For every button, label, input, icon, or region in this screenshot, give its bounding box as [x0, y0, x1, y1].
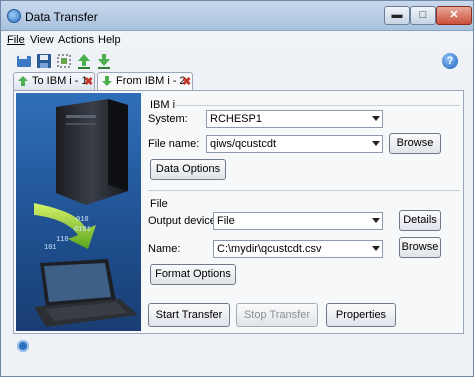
- upload-icon[interactable]: [75, 52, 93, 70]
- gear-icon[interactable]: [17, 340, 29, 352]
- chevron-down-icon: [372, 141, 380, 146]
- tab-close-icon[interactable]: ✖: [84, 74, 93, 90]
- tab-close-icon[interactable]: ✖: [182, 74, 191, 90]
- output-device-combo[interactable]: File: [213, 212, 383, 230]
- start-transfer-button[interactable]: Start Transfer: [148, 303, 230, 327]
- transfer-illustration: 010 0101 110 101: [16, 93, 141, 331]
- system-value: RCHESP1: [210, 113, 262, 125]
- chevron-down-icon: [372, 218, 380, 223]
- binary-text: 101: [44, 244, 57, 252]
- select-icon[interactable]: [55, 52, 73, 70]
- download-icon[interactable]: [95, 52, 113, 70]
- details-button[interactable]: Details: [399, 210, 441, 231]
- file-name-combo[interactable]: qiws/qcustcdt: [206, 135, 383, 153]
- ibm-i-browse-button[interactable]: Browse: [389, 133, 441, 154]
- help-icon[interactable]: ?: [442, 53, 458, 69]
- tab-to-ibm-i-1[interactable]: To IBM i - 1 ✖: [13, 72, 95, 90]
- output-device-value: File: [217, 215, 235, 227]
- output-device-label: Output device:: [148, 215, 219, 227]
- menu-view[interactable]: View: [30, 34, 54, 46]
- app-icon: [7, 9, 21, 23]
- menu-help[interactable]: Help: [98, 34, 121, 46]
- data-options-button[interactable]: Data Options: [150, 159, 226, 180]
- menu-actions[interactable]: Actions: [58, 34, 94, 46]
- name-label: Name:: [148, 243, 181, 255]
- name-value: C:\mydir\qcustcdt.csv: [217, 243, 322, 255]
- file-name-label: File name:: [148, 138, 200, 150]
- binary-text: 110: [56, 236, 69, 244]
- close-button[interactable]: ✕: [436, 6, 472, 25]
- status-bar: [1, 334, 473, 356]
- chevron-down-icon: [372, 246, 380, 251]
- download-icon: [102, 76, 112, 86]
- binary-text: 0101: [74, 226, 91, 234]
- name-combo[interactable]: C:\mydir\qcustcdt.csv: [213, 240, 383, 258]
- maximize-button[interactable]: □: [410, 6, 436, 25]
- file-group-label: File: [150, 198, 168, 210]
- upload-icon: [18, 76, 28, 86]
- window-title: Data Transfer: [25, 10, 98, 24]
- binary-text: 010: [76, 216, 89, 224]
- title-bar[interactable]: Data Transfer ▬ □ ✕: [1, 1, 473, 31]
- toolbar: ?: [1, 50, 473, 72]
- system-combo[interactable]: RCHESP1: [206, 110, 383, 128]
- menu-file[interactable]: File: [7, 34, 25, 46]
- system-label: System:: [148, 113, 188, 125]
- server-to-laptop-image: 010 0101 110 101: [34, 99, 138, 327]
- file-browse-button[interactable]: Browse: [399, 237, 441, 258]
- file-name-value: qiws/qcustcdt: [210, 138, 277, 150]
- tab-label: To IBM i - 1: [32, 75, 88, 87]
- save-icon[interactable]: [35, 52, 53, 70]
- divider: [148, 190, 460, 191]
- data-transfer-window: Data Transfer ▬ □ ✕ File View Actions He…: [0, 0, 474, 377]
- open-icon[interactable]: [15, 52, 33, 70]
- minimize-button[interactable]: ▬: [384, 6, 410, 25]
- tab-panel: 010 0101 110 101 IBM i System: RCHESP1 F…: [13, 90, 464, 334]
- format-options-button[interactable]: Format Options: [150, 264, 236, 285]
- stop-transfer-button[interactable]: Stop Transfer: [236, 303, 318, 327]
- tab-from-ibm-i-2[interactable]: From IBM i - 2 ✖: [97, 72, 193, 91]
- properties-button[interactable]: Properties: [326, 303, 396, 327]
- menu-bar: File View Actions Help: [1, 32, 473, 50]
- tab-label: From IBM i - 2: [116, 75, 186, 87]
- chevron-down-icon: [372, 116, 380, 121]
- ibm-i-group-label: IBM i: [150, 99, 176, 111]
- divider: [174, 105, 460, 106]
